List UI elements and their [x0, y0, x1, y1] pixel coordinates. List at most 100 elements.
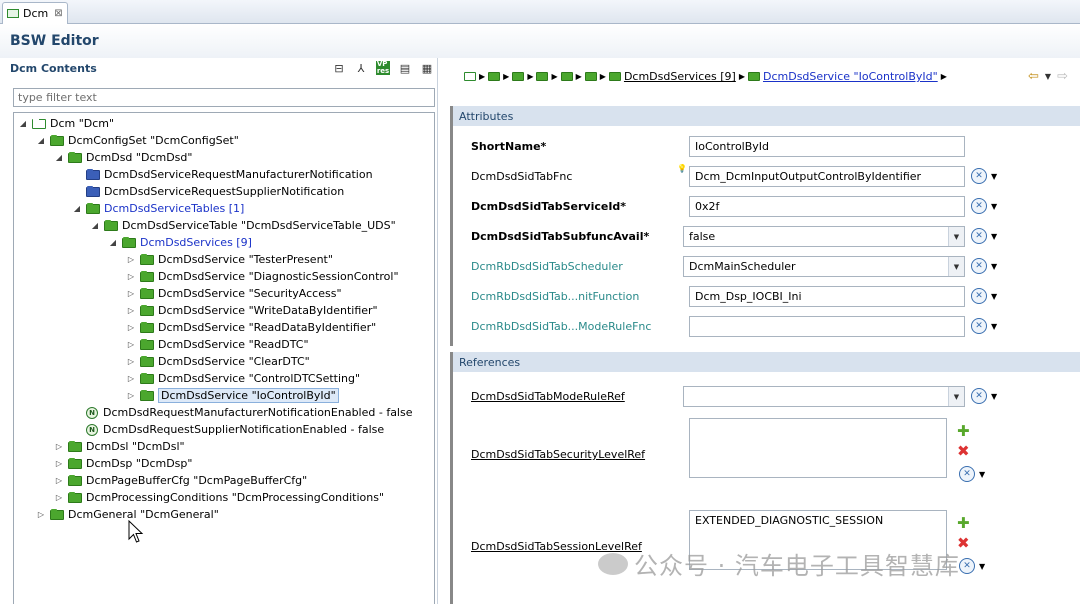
- collapse-all-icon[interactable]: ⊟: [332, 61, 346, 75]
- function-icon[interactable]: ✕: [971, 168, 987, 184]
- collapsed-arrow-icon[interactable]: ▷: [54, 476, 64, 485]
- attributes-header[interactable]: Attributes: [453, 106, 1080, 126]
- mode-rule-ref-combo[interactable]: ▼: [683, 386, 965, 407]
- chevron-down-icon[interactable]: ▼: [991, 322, 997, 331]
- folder-icon[interactable]: [512, 72, 525, 81]
- tree-item[interactable]: ◢ DcmDsdServiceTables [1]: [72, 200, 244, 217]
- filter-input[interactable]: [13, 88, 435, 107]
- folder-icon[interactable]: [560, 72, 573, 81]
- tree-item[interactable]: ▷ DcmDsp "DcmDsp": [54, 455, 193, 472]
- collapsed-arrow-icon[interactable]: ▷: [126, 391, 136, 400]
- tree-item[interactable]: ▷ DcmDsdService "TesterPresent": [126, 251, 333, 268]
- chevron-down-icon[interactable]: ▼: [991, 232, 997, 241]
- forward-arrow-icon[interactable]: ⇨: [1057, 69, 1068, 84]
- collapsed-arrow-icon[interactable]: ▷: [126, 289, 136, 298]
- function-icon[interactable]: ✕: [959, 558, 975, 574]
- function-icon[interactable]: ✕: [971, 318, 987, 334]
- delete-icon[interactable]: ✖: [957, 444, 970, 459]
- field-input[interactable]: IoControlById: [689, 136, 965, 157]
- tree-item[interactable]: ▷ DcmDsdService "WriteDataByIdentifier": [126, 302, 378, 319]
- tree-item[interactable]: ▷ DcmDsdService "SecurityAccess": [126, 285, 342, 302]
- references-header[interactable]: References: [453, 352, 1080, 372]
- chevron-down-icon[interactable]: ▼: [948, 387, 964, 406]
- collapsed-arrow-icon[interactable]: ▷: [126, 255, 136, 264]
- collapsed-arrow-icon[interactable]: ▷: [36, 510, 46, 519]
- function-icon[interactable]: ✕: [971, 198, 987, 214]
- tree-item[interactable]: ◢ DcmDsdServiceTable "DcmDsdServiceTable_…: [90, 217, 396, 234]
- collapsed-arrow-icon[interactable]: ▷: [126, 357, 136, 366]
- folder-icon[interactable]: [584, 72, 597, 81]
- chevron-down-icon[interactable]: ▼: [948, 257, 964, 276]
- hierarchy-icon[interactable]: ⅄: [354, 61, 368, 75]
- vp-res-icon[interactable]: VP res: [376, 61, 390, 75]
- function-icon[interactable]: ✕: [971, 288, 987, 304]
- field-input[interactable]: 0x2f: [689, 196, 965, 217]
- chevron-down-icon[interactable]: ▼: [948, 227, 964, 246]
- collapsed-arrow-icon[interactable]: ▷: [126, 306, 136, 315]
- breadcrumb-current[interactable]: DcmDsdService "IoControlById": [763, 70, 938, 83]
- function-icon[interactable]: ✕: [971, 228, 987, 244]
- contents-tree[interactable]: ◢ Dcm "Dcm" ◢ DcmConfigSet "DcmConfigSet" ◢ D…: [13, 112, 435, 604]
- tree-item[interactable]: ▷ DcmDsdService "ReadDTC": [126, 336, 309, 353]
- expanded-arrow-icon[interactable]: ◢: [18, 119, 28, 128]
- field-combo[interactable]: false ▼: [683, 226, 965, 247]
- tree-item[interactable]: ▷ DcmDsdService "IoControlById": [126, 387, 339, 404]
- field-label[interactable]: DcmDsdSidTabSecurityLevelRef: [471, 448, 645, 461]
- tree-item[interactable]: ▷ DcmDsdService "ReadDataByIdentifier": [126, 319, 376, 336]
- tree-item[interactable]: DcmDsdServiceRequestManufacturerNotifica…: [72, 166, 373, 183]
- security-level-ref-list[interactable]: [689, 418, 947, 478]
- function-icon[interactable]: ✕: [959, 466, 975, 482]
- breadcrumb-services[interactable]: DcmDsdServices [9]: [624, 70, 736, 83]
- collapsed-arrow-icon[interactable]: ▷: [54, 442, 64, 451]
- tree-item[interactable]: ◢ DcmConfigSet "DcmConfigSet": [36, 132, 239, 149]
- tree-item[interactable]: ▷ DcmDsdService "ClearDTC": [126, 353, 310, 370]
- add-icon[interactable]: ✚: [957, 424, 970, 439]
- tree-item[interactable]: DcmDsdServiceRequestSupplierNotification: [72, 183, 344, 200]
- expanded-arrow-icon[interactable]: ◢: [108, 238, 118, 247]
- chevron-down-icon[interactable]: ▼: [991, 202, 997, 211]
- collapsed-arrow-icon[interactable]: ▷: [126, 272, 136, 281]
- function-icon[interactable]: ✕: [971, 258, 987, 274]
- collapsed-arrow-icon[interactable]: ▷: [126, 323, 136, 332]
- tree-item[interactable]: ▷ DcmDsdService "ControlDTCSetting": [126, 370, 360, 387]
- function-icon[interactable]: ✕: [971, 388, 987, 404]
- tree-item[interactable]: N DcmDsdRequestSupplierNotificationEnable…: [72, 421, 384, 438]
- folder-icon[interactable]: [488, 72, 501, 81]
- document-icon[interactable]: ▤: [398, 61, 412, 75]
- add-icon[interactable]: ✚: [957, 516, 970, 531]
- collapsed-arrow-icon[interactable]: ▷: [126, 340, 136, 349]
- chevron-down-icon[interactable]: ▼: [991, 292, 997, 301]
- folder-icon[interactable]: [536, 72, 549, 81]
- chevron-down-icon[interactable]: ▼: [1045, 72, 1051, 84]
- tab-dcm[interactable]: Dcm ⊠: [2, 2, 68, 24]
- field-label[interactable]: DcmDsdSidTabModeRuleRef: [471, 390, 625, 403]
- tree-item[interactable]: ▷ DcmDsdService "DiagnosticSessionControl…: [126, 268, 399, 285]
- collapsed-arrow-icon[interactable]: ▷: [54, 459, 64, 468]
- collapsed-arrow-icon[interactable]: ▷: [54, 493, 64, 502]
- chevron-down-icon[interactable]: ▼: [991, 262, 997, 271]
- tree-item[interactable]: ▷ DcmDsl "DcmDsl": [54, 438, 185, 455]
- expanded-arrow-icon[interactable]: ◢: [36, 136, 46, 145]
- grid-icon[interactable]: ▦: [420, 61, 434, 75]
- expanded-arrow-icon[interactable]: ◢: [54, 153, 64, 162]
- back-arrow-icon[interactable]: ⇦: [1028, 69, 1039, 84]
- tree-item[interactable]: ▷ DcmProcessingConditions "DcmProcessingC…: [54, 489, 384, 506]
- tree-item[interactable]: N DcmDsdRequestManufacturerNotificationEn…: [72, 404, 413, 421]
- field-input[interactable]: Dcm_DcmInputOutputControlByIdentifier: [689, 166, 965, 187]
- field-input[interactable]: Dcm_Dsp_IOCBI_Ini: [689, 286, 965, 307]
- field-input[interactable]: [689, 316, 965, 337]
- chevron-down-icon[interactable]: ▼: [979, 562, 985, 571]
- field-combo[interactable]: DcmMainScheduler ▼: [683, 256, 965, 277]
- chevron-down-icon[interactable]: ▼: [979, 470, 985, 479]
- chevron-down-icon[interactable]: ▼: [991, 172, 997, 181]
- tree-item[interactable]: ◢ DcmDsdServices [9]: [108, 234, 252, 251]
- module-icon[interactable]: [464, 72, 476, 81]
- tree-item[interactable]: ◢ DcmDsd "DcmDsd": [54, 149, 193, 166]
- tree-item[interactable]: ▷ DcmPageBufferCfg "DcmPageBufferCfg": [54, 472, 307, 489]
- chevron-down-icon[interactable]: ▼: [991, 392, 997, 401]
- expanded-arrow-icon[interactable]: ◢: [90, 221, 100, 230]
- close-icon[interactable]: ⊠: [54, 8, 62, 19]
- tree-item[interactable]: ◢ Dcm "Dcm": [18, 115, 114, 132]
- collapsed-arrow-icon[interactable]: ▷: [126, 374, 136, 383]
- expanded-arrow-icon[interactable]: ◢: [72, 204, 82, 213]
